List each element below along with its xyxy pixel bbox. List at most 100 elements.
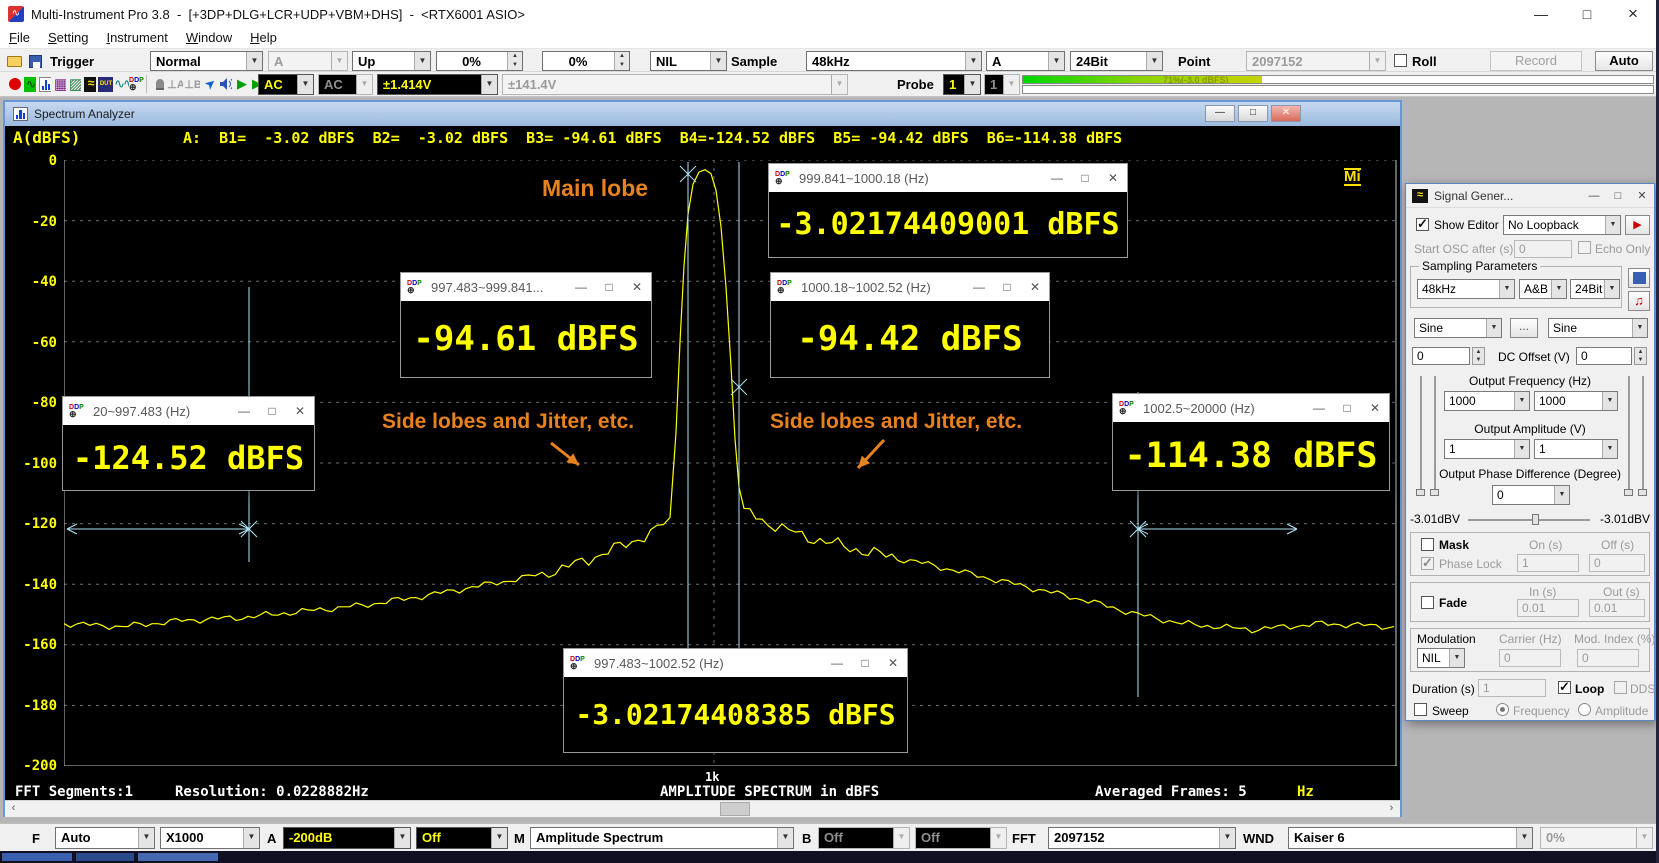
sampling-bits-combo[interactable]: 24Bit▼ [1070,51,1163,71]
popup-minimize-icon[interactable]: — [1305,394,1333,422]
slider-handle[interactable] [1430,489,1439,496]
phase-lock-checkbox[interactable] [1421,557,1434,570]
duration-input[interactable]: 1 [1478,679,1546,697]
open-file-icon[interactable] [4,51,24,71]
popup-minimize-icon[interactable]: — [567,273,595,301]
amplitude-a-combo[interactable]: 1▼ [1444,439,1530,459]
coupling-a-combo[interactable]: AC▼ [258,74,314,95]
mask-off-input[interactable]: 0 [1589,554,1645,572]
menu-setting[interactable]: Setting [39,28,97,48]
spectrum-minimize-icon[interactable]: — [1205,105,1235,122]
spectrum-maximize-icon[interactable]: □ [1238,105,1268,122]
fade-in-input[interactable]: 0.01 [1517,599,1579,617]
slider-handle[interactable] [1624,489,1633,496]
horizontal-scrollbar[interactable]: ‹ › [5,800,1400,817]
a-range-combo[interactable]: -200dB▼ [283,827,411,849]
x-scale-combo[interactable]: X1000▼ [160,827,260,849]
range-a-combo[interactable]: ±1.414V▼ [377,74,498,95]
waveform-b-combo[interactable]: Sine▼ [1548,318,1648,338]
popup-minimize-icon[interactable]: — [823,649,851,677]
record-button[interactable]: Record [1490,51,1582,71]
amplitude-slider-b2[interactable] [1642,376,1644,494]
amplitude-b-combo[interactable]: 1▼ [1534,439,1618,459]
mask-checkbox[interactable] [1421,538,1434,551]
spinner-arrows-icon[interactable]: ▲▼ [1634,347,1647,365]
popup-titlebar[interactable]: DDP⊕ 997.483~1002.52 (Hz) —□✕ [564,649,907,677]
waveform-a-combo[interactable]: Sine▼ [1414,318,1502,338]
menu-instrument[interactable]: Instrument [97,28,176,48]
sampling-channel-combo[interactable]: A▼ [986,51,1065,71]
loopback-combo[interactable]: No Loopback▼ [1503,215,1621,235]
panel-close-icon[interactable]: ✕ [1630,184,1654,208]
generator-run-button[interactable]: ▶ [1625,215,1650,235]
menu-window[interactable]: Window [177,28,241,48]
loop-checkbox[interactable] [1558,681,1571,694]
frequency-b-combo[interactable]: 1000▼ [1534,391,1618,411]
sampling-rate-combo[interactable]: 48kHz▼ [806,51,982,71]
fade-checkbox[interactable] [1421,596,1434,609]
fft-size-combo[interactable]: 2097152▼ [1048,827,1236,849]
echo-only-checkbox[interactable] [1578,241,1591,254]
popup-close-icon[interactable]: ✕ [286,397,314,425]
modulation-combo[interactable]: NIL▼ [1417,648,1465,668]
probe-a-combo[interactable]: 1▼ [943,74,981,95]
record-length-combo[interactable]: 2097152▼ [1246,51,1386,71]
popup-close-icon[interactable]: ✕ [1021,273,1049,301]
phase-combo[interactable]: 0▼ [1492,485,1570,505]
signal-generator-titlebar[interactable]: ≈ Signal Gener... —□✕ [1406,184,1654,208]
panel-maximize-icon[interactable]: □ [1606,184,1630,208]
amplitude-slider-a1[interactable] [1420,376,1422,494]
scroll-left-icon[interactable]: ‹ [5,801,22,817]
popup-titlebar[interactable]: DDP⊕ 1000.18~1002.52 (Hz) —□✕ [771,273,1049,301]
sweep-frequency-radio[interactable] [1496,703,1509,716]
frequency-a-combo[interactable]: 1000▼ [1444,391,1530,411]
balance-slider[interactable] [1468,519,1590,521]
b-range-combo[interactable]: Off▼ [818,827,910,849]
mask-on-input[interactable]: 1 [1517,554,1579,572]
mod-index-input[interactable]: 0 [1577,649,1639,667]
amplitude-slider-a2[interactable] [1434,376,1436,494]
b-reference-combo[interactable]: Off▼ [915,827,1007,849]
generator-rate-combo[interactable]: 48kHz▼ [1417,279,1515,299]
popup-maximize-icon[interactable]: □ [258,397,286,425]
app-minimize-icon[interactable]: — [1518,0,1564,28]
mode-combo[interactable]: Amplitude Spectrum▼ [530,827,794,849]
popup-maximize-icon[interactable]: □ [1071,164,1099,192]
scrollbar-thumb[interactable] [720,802,750,816]
spectrum-close-icon[interactable]: ✕ [1271,105,1301,122]
carrier-input[interactable]: 0 [1499,649,1561,667]
dc-offset-b-input[interactable]: 0 [1576,347,1632,365]
start-osc-input[interactable]: 0 [1514,240,1572,258]
popup-maximize-icon[interactable]: □ [595,273,623,301]
window-function-combo[interactable]: Kaiser 6▼ [1288,827,1533,849]
popup-close-icon[interactable]: ✕ [1099,164,1127,192]
slider-handle[interactable] [1638,489,1647,496]
popup-minimize-icon[interactable]: — [230,397,258,425]
trigger-source-combo[interactable]: A▼ [268,51,348,71]
popup-maximize-icon[interactable]: □ [1333,394,1361,422]
menu-help[interactable]: Help [241,28,286,48]
app-close-icon[interactable]: × [1610,0,1656,28]
dds-checkbox[interactable] [1614,681,1627,694]
trigger-level-spinner[interactable]: 0%▲▼ [436,51,523,71]
roll-checkbox[interactable] [1394,54,1407,67]
trigger-mode-combo[interactable]: Normal▼ [150,51,263,71]
sweep-checkbox[interactable] [1414,703,1427,716]
overlap-combo[interactable]: 0%▼ [1540,827,1653,849]
popup-minimize-icon[interactable]: — [1043,164,1071,192]
popup-maximize-icon[interactable]: □ [851,649,879,677]
popup-titlebar[interactable]: DDP⊕ 997.483~999.841... —□✕ [401,273,651,301]
trigger-edge-combo[interactable]: Up▼ [352,51,431,71]
popup-titlebar[interactable]: DDP⊕ 1002.5~20000 (Hz) —□✕ [1113,394,1389,422]
fade-out-input[interactable]: 0.01 [1589,599,1645,617]
generator-channels-combo[interactable]: A&B▼ [1519,279,1567,299]
trigger-hpf-combo[interactable]: NIL▼ [650,51,727,71]
popup-maximize-icon[interactable]: □ [993,273,1021,301]
spinner-arrows-icon[interactable]: ▲▼ [1472,347,1485,365]
amplitude-slider-b1[interactable] [1628,376,1630,494]
coupling-b-combo[interactable]: AC▼ [318,74,373,95]
a-reference-combo[interactable]: Off▼ [416,827,508,849]
balance-slider-thumb[interactable] [1532,514,1539,525]
auto-button[interactable]: Auto [1595,51,1653,71]
frequency-axis-combo[interactable]: Auto▼ [55,827,155,849]
